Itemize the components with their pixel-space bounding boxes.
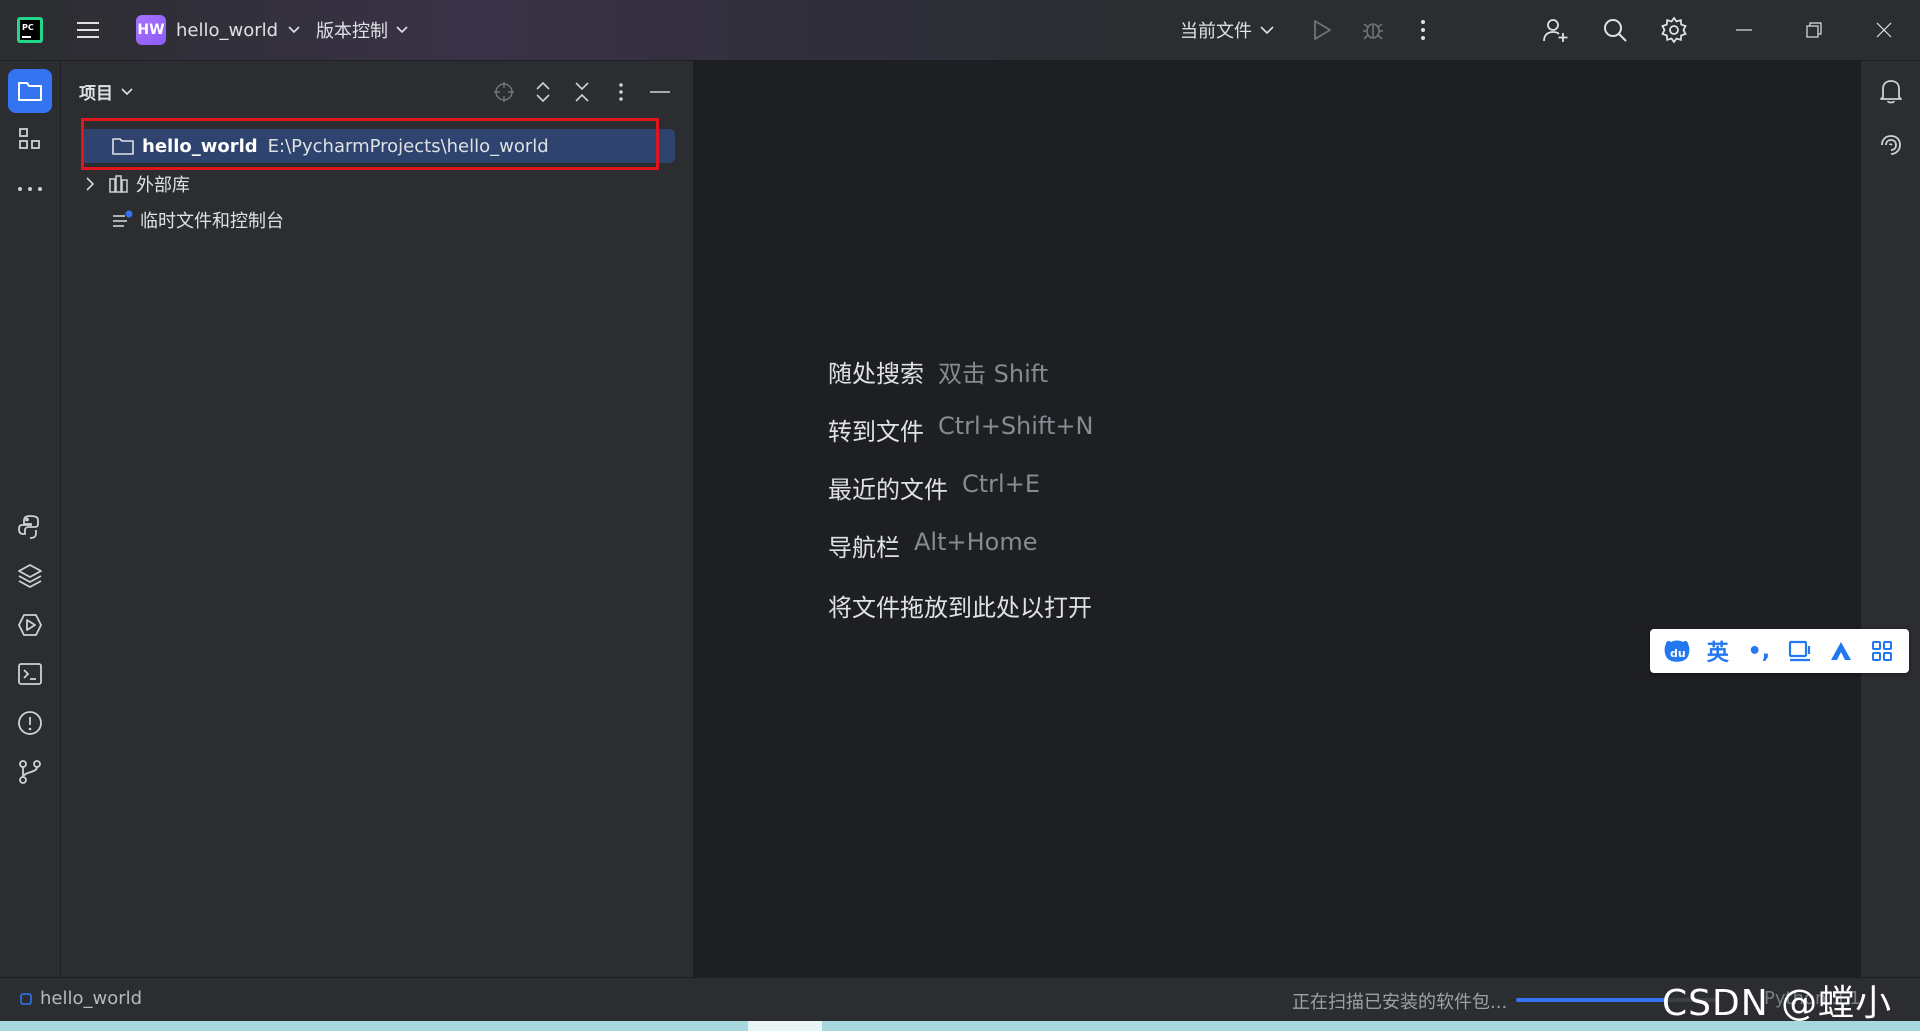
taskbar-highlight	[748, 1021, 822, 1031]
python-console-icon[interactable]	[8, 505, 52, 549]
terminal-icon[interactable]	[8, 652, 52, 696]
breadcrumb-project: hello_world	[40, 988, 143, 1009]
expand-all-icon[interactable]	[528, 77, 558, 107]
project-panel-header: 项目	[61, 61, 694, 123]
chevron-down-icon	[288, 26, 300, 34]
project-switcher[interactable]: HW hello_world	[130, 13, 306, 47]
main-menu-icon[interactable]	[72, 14, 104, 46]
editor-empty-state: 随处搜索 双击 Shift 转到文件 Ctrl+Shift+N 最近的文件 Ct…	[694, 61, 1860, 977]
options-icon[interactable]	[606, 77, 636, 107]
git-branch-icon[interactable]	[8, 750, 52, 794]
project-badge: HW	[136, 15, 166, 45]
os-taskbar-edge	[0, 1021, 1920, 1031]
run-config-label: 当前文件	[1180, 21, 1252, 42]
background-task-status[interactable]: 正在扫描已安装的软件包...	[1292, 988, 1507, 1014]
scratches-label: 临时文件和控制台	[140, 211, 284, 232]
baidu-ime-logo-icon[interactable]: du	[1660, 634, 1694, 668]
chevron-down-icon	[121, 87, 133, 95]
hint-go-to-file: 转到文件 Ctrl+Shift+N	[828, 412, 1094, 446]
tree-item-scratches[interactable]: 临时文件和控制台	[81, 203, 284, 237]
svg-text:du: du	[1670, 647, 1686, 660]
notifications-bell-icon[interactable]	[1871, 71, 1911, 111]
minimize-window-icon[interactable]	[1724, 12, 1764, 48]
progress-fill	[1516, 998, 1666, 1002]
hint-drop-files: 将文件拖放到此处以打开	[828, 594, 1092, 622]
scratch-file-icon	[113, 210, 133, 227]
python-packages-icon[interactable]	[8, 554, 52, 598]
library-icon	[109, 175, 128, 193]
folder-icon	[112, 138, 134, 155]
svg-text:PC: PC	[22, 23, 34, 32]
services-icon[interactable]	[8, 603, 52, 647]
chevron-right-icon[interactable]	[85, 177, 95, 191]
hint-recent-files: 最近的文件 Ctrl+E	[828, 470, 1040, 504]
project-view-selector[interactable]: 项目	[79, 79, 133, 104]
restore-window-icon[interactable]	[1794, 12, 1834, 48]
project-panel-title: 项目	[79, 84, 113, 104]
hint-navigation-bar: 导航栏 Alt+Home	[828, 528, 1038, 562]
chevron-down-icon	[1260, 26, 1274, 34]
debug-icon[interactable]	[1357, 14, 1389, 46]
run-config-selector[interactable]: 当前文件	[1180, 13, 1274, 47]
project-tool-icon[interactable]	[8, 69, 52, 113]
search-icon[interactable]	[1597, 12, 1633, 48]
right-tool-strip	[1860, 61, 1920, 977]
ime-language-toggle[interactable]: 英	[1701, 634, 1735, 668]
module-icon	[20, 992, 32, 1005]
collapse-all-icon[interactable]	[567, 77, 597, 107]
project-name: hello_world	[176, 19, 279, 41]
project-root-path: E:\PycharmProjects\hello_world	[267, 135, 549, 157]
project-root-name: hello_world	[142, 135, 258, 157]
locate-icon[interactable]	[489, 77, 519, 107]
breadcrumb[interactable]: hello_world	[20, 988, 142, 1009]
vcs-menu[interactable]: 版本控制	[316, 13, 408, 47]
ime-font-icon[interactable]	[1824, 634, 1858, 668]
ime-skin-icon[interactable]	[1783, 634, 1817, 668]
project-panel: 项目 hello_world E:\PycharmProjects\hello_…	[61, 61, 694, 977]
more-actions-icon[interactable]	[1407, 14, 1439, 46]
ime-punctuation-toggle[interactable]: •,	[1742, 634, 1776, 668]
status-bar: hello_world 正在扫描已安装的软件包... Python 3.1	[0, 977, 1920, 1021]
hint-search-everywhere: 随处搜索 双击 Shift	[828, 360, 1049, 388]
add-user-icon[interactable]	[1537, 12, 1573, 48]
ime-grid-menu-icon[interactable]	[1865, 634, 1899, 668]
tree-item-external-libraries[interactable]: 外部库	[81, 167, 190, 201]
chevron-down-icon	[396, 26, 408, 34]
run-icon[interactable]	[1306, 14, 1338, 46]
title-bar: PC HW hello_world 版本控制 当前文件	[0, 0, 1920, 61]
gear-icon[interactable]	[1656, 12, 1692, 48]
external-libraries-label: 外部库	[136, 175, 190, 196]
problems-icon[interactable]	[8, 701, 52, 745]
structure-tool-icon[interactable]	[8, 117, 52, 161]
ime-toolbar: du 英 •,	[1650, 629, 1909, 673]
pycharm-logo-icon[interactable]: PC	[14, 14, 46, 46]
tree-item-project-root[interactable]: hello_world E:\PycharmProjects\hello_wor…	[81, 129, 675, 163]
more-tools-icon[interactable]	[8, 167, 52, 211]
close-window-icon[interactable]	[1864, 12, 1904, 48]
vcs-label: 版本控制	[316, 21, 388, 42]
ai-assistant-icon[interactable]	[1871, 125, 1911, 165]
left-tool-strip	[0, 61, 61, 977]
hide-panel-icon[interactable]	[645, 77, 675, 107]
